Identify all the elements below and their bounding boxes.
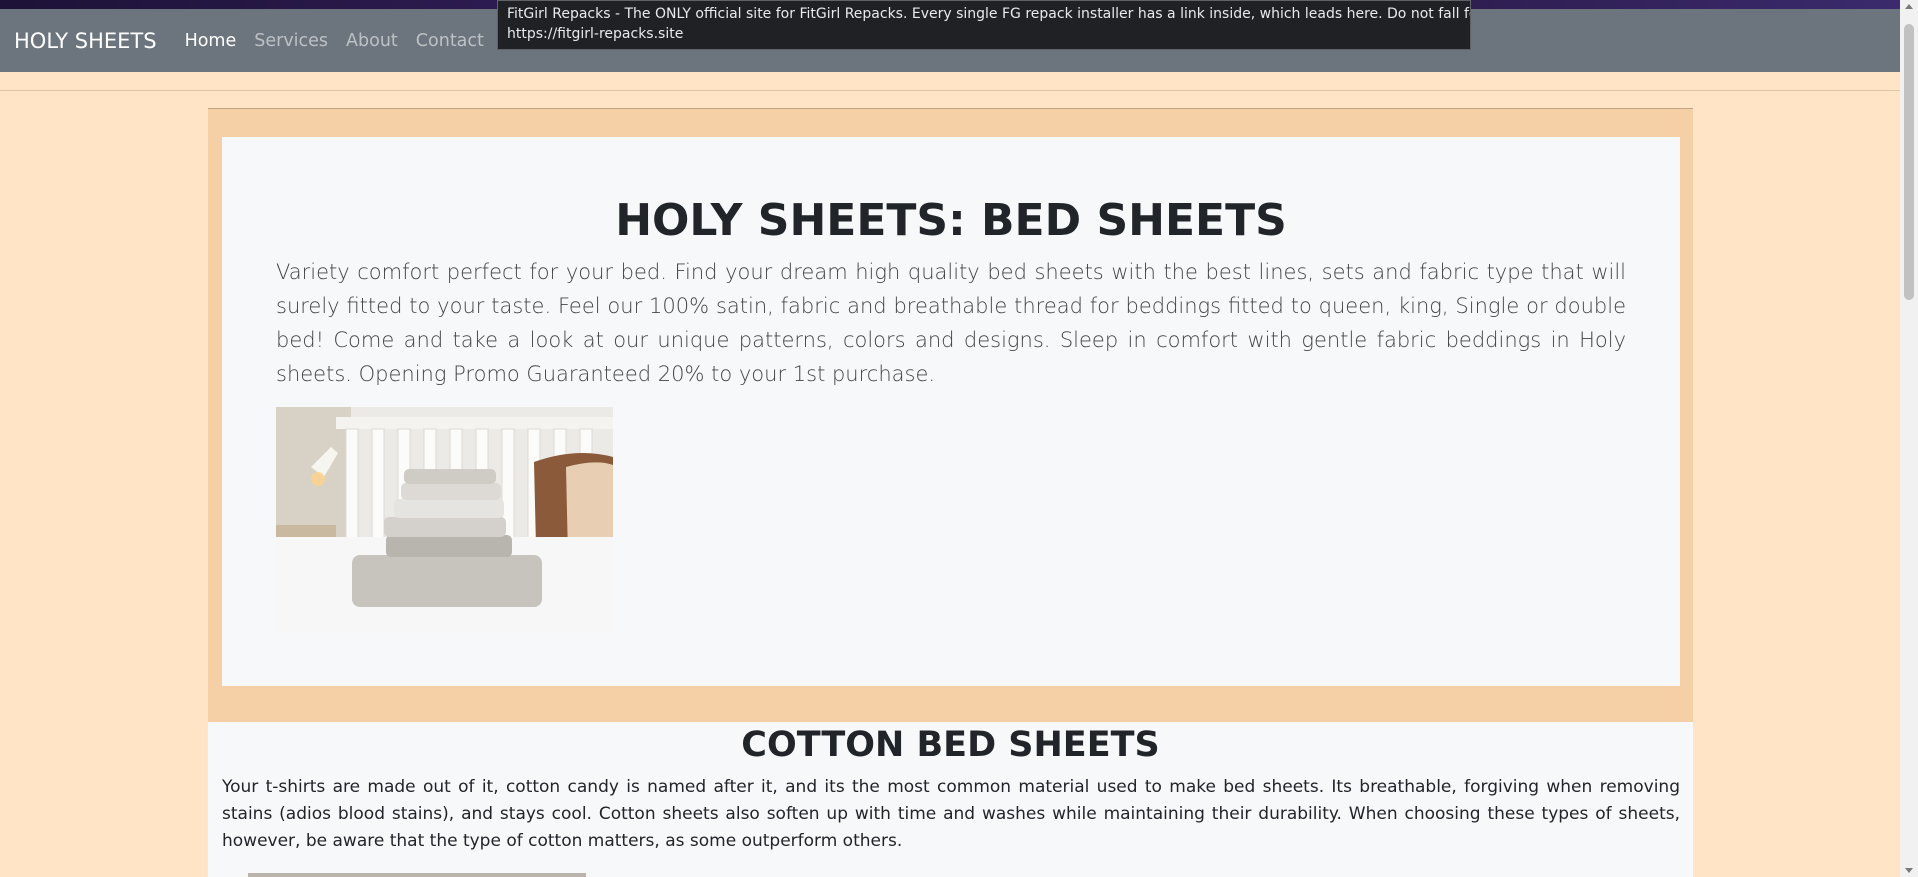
scroll-down-arrow-icon[interactable] — [1905, 868, 1913, 873]
cotton-image — [248, 873, 586, 877]
brand-logo-text[interactable]: HOLY SHEETS — [14, 29, 157, 53]
nav-link-services[interactable]: Services — [254, 31, 328, 51]
vertical-scrollbar[interactable] — [1900, 0, 1918, 877]
tooltip-url: https://fitgirl-repacks.site — [507, 26, 684, 42]
nav-link-contact[interactable]: Contact — [416, 31, 484, 51]
scrollbar-thumb[interactable] — [1904, 24, 1914, 300]
hero-description: Variety comfort perfect for your bed. Fi… — [276, 260, 1626, 386]
hero-card: HOLY SHEETS: BED SHEETS Variety comfort … — [222, 137, 1680, 686]
bed-sheets-image — [276, 407, 613, 632]
nav-link-about[interactable]: About — [346, 31, 398, 51]
cotton-heading: COTTON BED SHEETS — [741, 725, 1160, 765]
scroll-up-arrow-icon[interactable] — [1905, 4, 1913, 9]
cotton-description: Your t-shirts are made out of it, cotton… — [222, 777, 1680, 851]
nav-link-home[interactable]: Home — [185, 31, 237, 51]
link-hover-tooltip: FitGirl Repacks - The ONLY official site… — [497, 0, 1471, 50]
folded-sheets-illustration — [276, 407, 613, 632]
hero-frame: HOLY SHEETS: BED SHEETS Variety comfort … — [208, 108, 1693, 722]
tooltip-title: FitGirl Repacks - The ONLY official site… — [507, 6, 1471, 22]
navbar-divider — [0, 90, 1900, 91]
hero-heading: HOLY SHEETS: BED SHEETS — [615, 195, 1287, 246]
cotton-section: COTTON BED SHEETS Your t-shirts are made… — [208, 722, 1693, 877]
